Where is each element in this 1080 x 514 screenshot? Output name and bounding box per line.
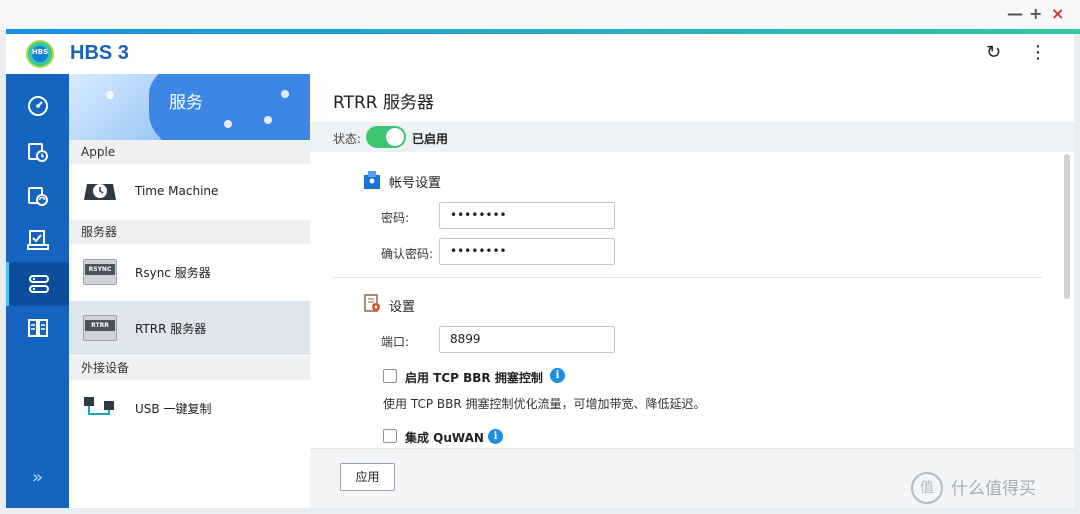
- status-label: 状态:: [333, 132, 362, 146]
- more-options-icon[interactable]: ⋮: [1029, 42, 1047, 63]
- services-banner: 服务: [69, 74, 310, 140]
- service-item-rtrr[interactable]: RTRR RTRR 服务器: [69, 301, 310, 355]
- job-list-icon: [26, 230, 49, 250]
- service-label: RTRR 服务器: [135, 321, 207, 336]
- group-header-server: 服务器: [69, 220, 310, 244]
- group-header-external: 外接设备: [69, 356, 310, 380]
- nav-backup[interactable]: [6, 130, 69, 174]
- hbs-logo-icon: HBS: [26, 40, 54, 68]
- close-button[interactable]: ×: [1051, 6, 1064, 22]
- service-list-panel: 服务 Apple Time Machine 服务器 RSYNC Rsync 服务…: [69, 74, 310, 508]
- services-icon: [29, 275, 49, 293]
- scrollbar[interactable]: [1064, 154, 1070, 299]
- maximize-button[interactable]: +: [1029, 6, 1042, 22]
- confirm-password-field[interactable]: ••••••••: [439, 238, 615, 265]
- app-title: HBS 3: [70, 42, 129, 64]
- confirm-password-label: 确认密码:: [381, 247, 434, 261]
- status-bar: 状态: 已启用: [310, 122, 1074, 152]
- service-item-time-machine[interactable]: Time Machine: [69, 164, 310, 218]
- section-divider: [333, 277, 1042, 278]
- gauge-icon: [27, 96, 48, 116]
- service-label: Rsync 服务器: [135, 265, 211, 280]
- account-settings-icon: [364, 171, 380, 189]
- banner-title: 服务: [169, 93, 203, 113]
- password-field[interactable]: ••••••••: [439, 202, 615, 229]
- tcp-bbr-checkbox[interactable]: [383, 369, 397, 383]
- backup-icon: [27, 143, 48, 162]
- quwan-checkbox[interactable]: [383, 429, 397, 443]
- sync-icon: [27, 187, 48, 206]
- nav-overview[interactable]: [6, 84, 69, 128]
- service-enable-toggle[interactable]: [366, 126, 406, 148]
- rsync-device-icon: RSYNC: [83, 259, 117, 285]
- rtrr-device-icon: RTRR: [83, 315, 117, 341]
- port-field[interactable]: 8899: [439, 326, 615, 353]
- port-label: 端口:: [381, 335, 410, 349]
- password-label: 密码:: [381, 211, 410, 225]
- nav-storage[interactable]: [6, 306, 69, 350]
- account-section-title: 帐号设置: [389, 176, 442, 191]
- settings-section-title: 设置: [389, 300, 416, 315]
- main-panel: RTRR 服务器 状态: 已启用 帐号设置 密码: •••••••• 确认密码:…: [310, 74, 1074, 508]
- app-header: HBS HBS 3 ↻ ⋮: [6, 34, 1074, 74]
- expand-nav-button[interactable]: »: [6, 467, 69, 488]
- service-item-rsync[interactable]: RSYNC Rsync 服务器: [69, 245, 310, 299]
- time-machine-icon: [83, 178, 117, 204]
- status-value: 已启用: [412, 132, 449, 146]
- group-header-apple: Apple: [69, 140, 310, 164]
- watermark-text: 什么值得买: [951, 479, 1036, 499]
- page-title: RTRR 服务器: [333, 93, 434, 113]
- window-titlebar: — + ×: [0, 0, 1080, 30]
- watermark-logo-icon: 值: [911, 472, 943, 504]
- service-item-usb-copy[interactable]: USB 一键复制: [69, 381, 310, 435]
- minimize-button[interactable]: —: [1007, 6, 1023, 22]
- apply-button[interactable]: 应用: [340, 463, 395, 491]
- tcp-bbr-label: 启用 TCP BBR 拥塞控制: [405, 371, 543, 385]
- refresh-icon[interactable]: ↻: [986, 42, 1001, 63]
- left-navigation: »: [6, 74, 69, 508]
- service-label: USB 一键复制: [135, 401, 212, 416]
- quwan-label: 集成 QuWAN: [405, 431, 484, 445]
- nav-services[interactable]: [6, 262, 69, 306]
- nav-jobs[interactable]: [6, 218, 69, 262]
- quwan-info-icon[interactable]: i: [488, 429, 503, 444]
- service-label: Time Machine: [135, 184, 219, 198]
- settings-clipboard-icon: [364, 294, 380, 312]
- tcp-bbr-info-icon[interactable]: i: [550, 368, 565, 383]
- storage-icon: [27, 319, 48, 337]
- tcp-bbr-description: 使用 TCP BBR 拥塞控制优化流量，可增加带宽、降低延迟。: [383, 397, 706, 411]
- usb-copy-icon: [83, 395, 117, 421]
- nav-sync[interactable]: [6, 174, 69, 218]
